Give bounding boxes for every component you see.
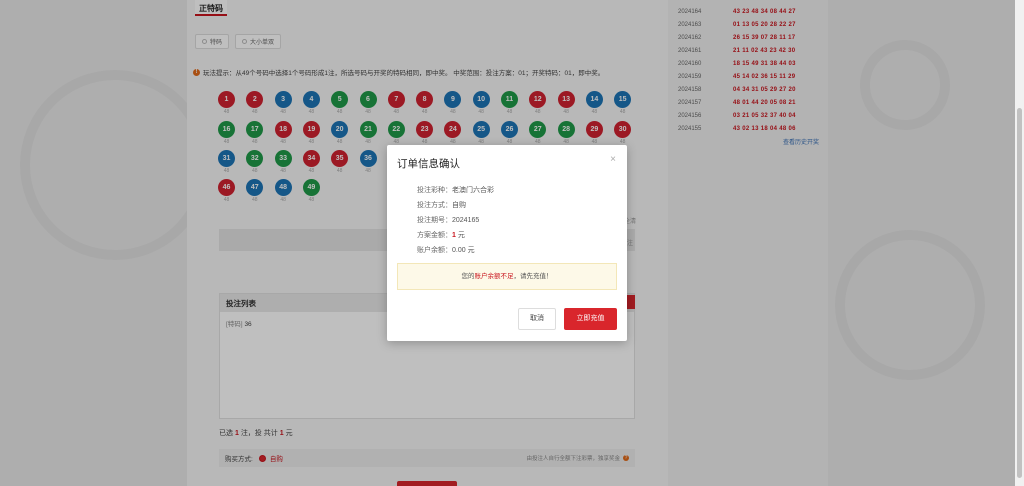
order-confirm-dialog: 订单信息确认 × 投注彩种：老澳门六合彩 投注方式：自购 投注期号：202416… bbox=[387, 145, 627, 341]
insufficient-balance-warning: 您的账户余额不足，请先充值！ bbox=[397, 263, 617, 290]
period-row: 投注期号：2024165 bbox=[417, 217, 480, 224]
close-icon[interactable]: × bbox=[610, 154, 616, 165]
lottery-row: 投注彩种：老澳门六合彩 bbox=[417, 187, 494, 194]
scrollbar[interactable] bbox=[1015, 0, 1024, 486]
cancel-button[interactable]: 取消 bbox=[518, 308, 556, 330]
recharge-button[interactable]: 立即充值 bbox=[564, 308, 617, 330]
order-info: 投注彩种：老澳门六合彩 投注方式：自购 投注期号：2024165 方案金额：1 … bbox=[417, 183, 494, 258]
balance-row: 账户余额：0.00 元 bbox=[417, 247, 475, 254]
amount-row: 方案金额：1 元 bbox=[417, 232, 465, 239]
scrollbar-thumb[interactable] bbox=[1017, 108, 1022, 478]
dialog-title: 订单信息确认 bbox=[397, 158, 460, 170]
method-row: 投注方式：自购 bbox=[417, 202, 466, 209]
